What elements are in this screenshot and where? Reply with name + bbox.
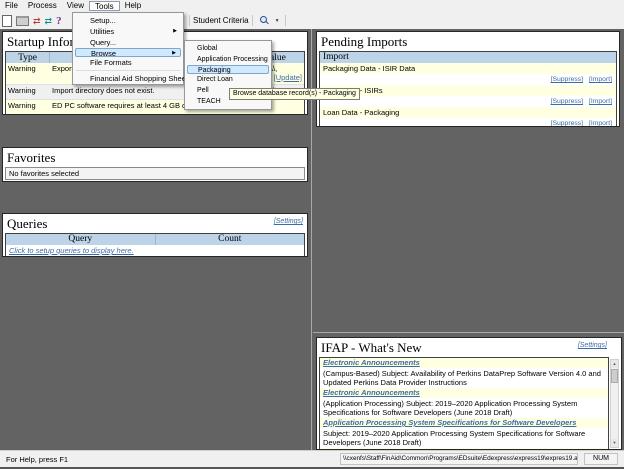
export-data-button[interactable]: ⇄ — [31, 14, 43, 28]
import-link[interactable]: [Import] — [589, 120, 612, 126]
warning-type: Warning — [8, 101, 36, 110]
menu-view[interactable]: View — [62, 0, 89, 12]
toolbar-separator — [189, 15, 190, 26]
ifap-whats-new-panel: IFAP - What's New [Settings] Electronic … — [316, 337, 622, 450]
warning-type: Warning — [8, 64, 36, 73]
panel-title: Queries — [7, 216, 48, 231]
toolbar-separator — [284, 15, 286, 26]
menu-item-global[interactable]: Global — [187, 43, 269, 54]
scroll-down-icon[interactable]: ▼ — [611, 439, 618, 447]
import-data-icon: ⇄ — [44, 15, 53, 26]
ifap-settings-link[interactable]: [Settings] — [578, 342, 607, 349]
help-icon: ? — [56, 14, 62, 27]
import-data-button[interactable]: ⇄ — [43, 14, 55, 28]
menu-process[interactable]: Process — [23, 0, 62, 12]
menu-item-browse[interactable]: Browse ▶ — [75, 48, 181, 58]
export-data-icon: ⇄ — [33, 15, 41, 26]
new-document-icon — [2, 14, 12, 27]
pending-imports-table: Import Packaging Data - ISIR Data [Suppr… — [319, 51, 617, 126]
pending-imports-panel: Pending Imports Import Packaging Data - … — [316, 31, 620, 127]
menu-file[interactable]: File — [0, 0, 23, 12]
pending-import-name: Loan Data - ISIRs — [320, 85, 616, 96]
search-dropdown-arrow-icon[interactable]: ▼ — [275, 18, 280, 24]
queries-table-header: Query Count — [6, 234, 304, 245]
menu-item-utilities[interactable]: Utilities ▶ — [75, 26, 181, 37]
column-header-type: Type — [6, 52, 50, 63]
status-bar: For Help, press F1 \\cxenfs\Staff\FinAid… — [0, 450, 624, 468]
panel-title: Pending Imports — [321, 34, 408, 49]
menu-item-packaging[interactable]: Packaging — [187, 65, 269, 74]
warning-type: Warning — [8, 86, 36, 95]
student-criteria-label: Student Criteria — [193, 16, 249, 25]
ifap-feed: Electronic Announcements (Campus-Based) … — [319, 357, 609, 449]
ifap-scrollbar[interactable]: ▲ ▼ — [610, 359, 619, 448]
tools-menu: Setup... Utilities ▶ Query... Browse ▶ Fil… — [72, 12, 188, 85]
column-header-import: Import — [320, 52, 616, 63]
setup-queries-link[interactable]: Click to setup queries to display here. — [9, 246, 134, 255]
menu-bar: File Process View Tools Help — [0, 0, 624, 12]
queries-settings-link[interactable]: [Settings] — [274, 218, 303, 225]
pending-import-actions: [Suppress] [Import] — [320, 74, 616, 85]
search-icon — [259, 16, 269, 25]
menu-tools[interactable]: Tools — [89, 1, 120, 11]
status-db-path: \\cxenfs\Staff\FinAid\Common\Programs\ED… — [340, 453, 578, 465]
menu-item-application-processing[interactable]: Application Processing — [187, 54, 269, 65]
suppress-link[interactable]: [Suppress] — [551, 76, 584, 83]
submenu-arrow-icon: ▶ — [173, 28, 177, 34]
column-header-query: Query — [6, 234, 156, 245]
menu-item-query[interactable]: Query... — [75, 37, 181, 48]
print-button[interactable] — [14, 14, 31, 28]
import-link[interactable]: [Import] — [589, 76, 612, 83]
ifap-entry-link[interactable]: Electronic Announcements — [323, 388, 420, 397]
suppress-link[interactable]: [Suppress] — [551, 120, 584, 126]
update-link[interactable]: [Update] — [274, 73, 302, 82]
help-button[interactable]: ? — [54, 14, 64, 28]
edexpress-window: File Process View Tools Help ⇄ ⇄ ? ▼ ‒ S… — [0, 0, 624, 469]
ifap-entry-link[interactable]: Electronic Announcements — [323, 358, 420, 367]
toolbar-separator — [251, 15, 253, 26]
status-help-text: For Help, press F1 — [6, 455, 69, 464]
menu-help[interactable]: Help — [120, 0, 146, 12]
print-icon — [16, 15, 29, 26]
ifap-entry-text: (Campus-Based) Subject: Availability of … — [320, 368, 608, 388]
new-document-button[interactable] — [0, 14, 14, 28]
favorites-empty-row: No favorites selected — [5, 167, 305, 180]
favorites-panel: Favorites No favorites selected — [2, 147, 308, 182]
scroll-up-icon[interactable]: ▲ — [611, 360, 618, 368]
status-num-indicator: NUM — [584, 453, 618, 465]
pending-import-name: Packaging Data - ISIR Data — [320, 63, 616, 74]
search-button[interactable] — [256, 14, 273, 28]
pending-import-name: Loan Data - Packaging — [320, 107, 616, 118]
pending-import-actions: [Suppress] [Import] — [320, 96, 616, 107]
ifap-entry-text: (Application Processing) Subject: 2019–2… — [320, 398, 608, 418]
menu-item-setup[interactable]: Setup... — [75, 15, 181, 26]
import-link[interactable]: [Import] — [589, 98, 612, 105]
ifap-entry-text: Subject: 2019–2020 Application Processin… — [320, 428, 608, 448]
queries-panel: Queries [Settings] Query Count Click to … — [2, 213, 308, 257]
horizontal-splitter[interactable] — [313, 332, 624, 333]
menu-item-financial-aid-shopping-sheet[interactable]: Financial Aid Shopping Sheet — [75, 73, 188, 84]
menu-item-file-formats[interactable]: File Formats — [75, 57, 181, 68]
browse-packaging-tooltip: Browse database record(s) - Packaging — [229, 88, 360, 100]
column-header-count: Count — [218, 234, 242, 244]
menu-separator — [76, 70, 180, 71]
menu-item-direct-loan[interactable]: Direct Loan — [187, 74, 269, 85]
panel-title: IFAP - What's New — [321, 340, 422, 355]
ifap-entry-link[interactable]: Application Processing System Specificat… — [323, 418, 576, 427]
pending-import-actions: [Suppress] [Import] — [320, 118, 616, 126]
scrollbar-thumb[interactable] — [611, 369, 618, 383]
panel-title: Favorites — [7, 150, 56, 165]
suppress-link[interactable]: [Suppress] — [551, 98, 584, 105]
queries-table: Query Count Click to setup queries to di… — [5, 233, 305, 256]
